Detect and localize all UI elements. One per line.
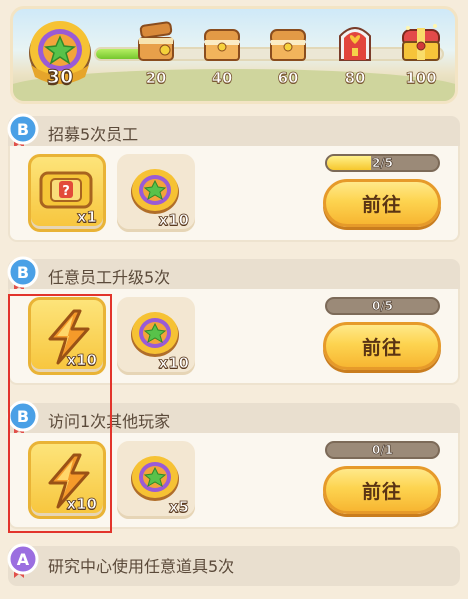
milestone-label: 100 bbox=[405, 69, 437, 88]
task-body: ? x1 x10 2/5 前往 bbox=[8, 146, 460, 242]
wooden-chest-icon bbox=[204, 29, 240, 61]
task-progress-text: 0/5 bbox=[371, 299, 394, 313]
wooden-chest-opened-icon bbox=[138, 21, 174, 61]
milestone-20[interactable]: 20 bbox=[131, 20, 181, 90]
task-progress-bar: 0/5 bbox=[325, 297, 440, 315]
reward-slot[interactable]: x10 bbox=[117, 154, 195, 232]
task-card-research: 研究中心使用任意道具5次 A bbox=[7, 543, 460, 599]
milestone-60[interactable]: 60 bbox=[263, 20, 313, 90]
milestone-label: 80 bbox=[344, 69, 366, 88]
red-gift-chest-icon bbox=[339, 27, 371, 61]
reward-slot[interactable]: x5 bbox=[117, 441, 195, 519]
task-progress-bar: 0/1 bbox=[325, 441, 440, 459]
reward-quantity: x10 bbox=[158, 354, 189, 373]
task-card-recruit: 招募5次员工 B ? x1 x10 2/5 前往 bbox=[7, 113, 460, 242]
milestone-100[interactable]: 100 bbox=[396, 20, 446, 90]
svg-text:B: B bbox=[17, 263, 29, 282]
grade-a-badge-icon: A bbox=[7, 543, 39, 578]
golden-chest-icon bbox=[402, 24, 440, 61]
task-progress-text: 2/5 bbox=[371, 156, 394, 170]
wooden-chest-icon bbox=[270, 29, 306, 61]
reward-slot[interactable]: x10 bbox=[117, 297, 195, 375]
reward-quantity: x5 bbox=[168, 498, 189, 517]
highlight-rectangle bbox=[8, 294, 112, 533]
grade-b-badge-icon: B bbox=[7, 256, 39, 291]
task-header: 招募5次员工 bbox=[8, 116, 460, 146]
reward-slot[interactable]: ? x1 bbox=[28, 154, 106, 232]
reward-quantity: x10 bbox=[158, 211, 189, 230]
go-button-label: 前往 bbox=[361, 336, 402, 359]
go-button[interactable]: 前往 bbox=[323, 179, 441, 227]
task-header: 任意员工升级5次 bbox=[8, 259, 460, 289]
go-button-label: 前往 bbox=[361, 193, 402, 216]
milestone-80[interactable]: 80 bbox=[330, 20, 380, 90]
task-progress-bar: 2/5 bbox=[325, 154, 440, 172]
go-button[interactable]: 前往 bbox=[323, 322, 441, 370]
reward-quantity: x1 bbox=[76, 208, 97, 227]
player-level-number: 30 bbox=[46, 66, 74, 89]
milestone-label: 40 bbox=[211, 69, 233, 88]
task-progress-text: 0/1 bbox=[371, 443, 394, 457]
milestone-label: 20 bbox=[145, 69, 167, 88]
go-button[interactable]: 前往 bbox=[323, 466, 441, 514]
grade-b-badge-icon: B bbox=[7, 113, 39, 148]
svg-text:A: A bbox=[17, 550, 30, 569]
milestone-label: 60 bbox=[277, 69, 299, 88]
task-title: 任意员工升级5次 bbox=[48, 268, 171, 287]
svg-text:?: ? bbox=[62, 184, 70, 199]
milestone-40[interactable]: 40 bbox=[197, 20, 247, 90]
svg-text:B: B bbox=[17, 120, 29, 139]
go-button-label: 前往 bbox=[361, 480, 402, 503]
task-title: 招募5次员工 bbox=[48, 125, 139, 144]
task-title: 研究中心使用任意道具5次 bbox=[48, 557, 235, 576]
task-header: 研究中心使用任意道具5次 bbox=[8, 546, 460, 586]
